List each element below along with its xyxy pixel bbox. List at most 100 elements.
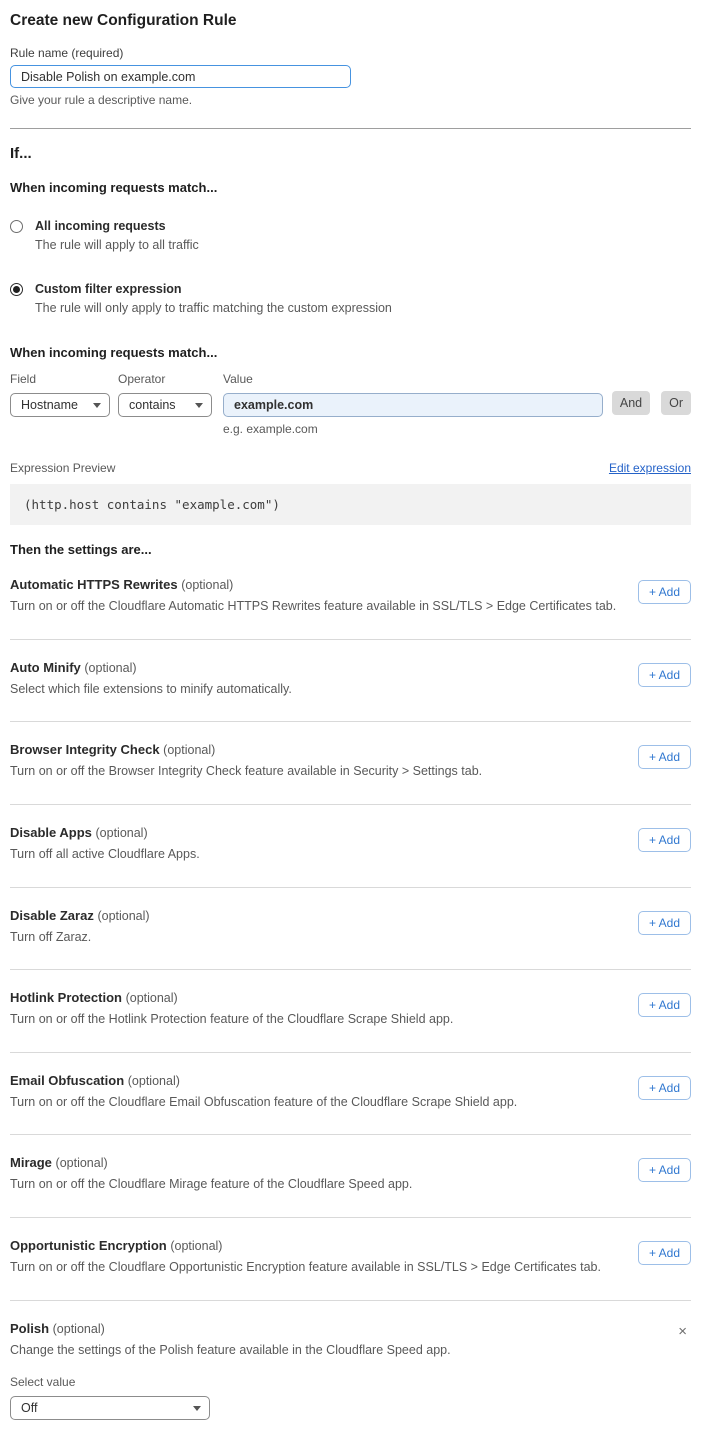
- setting-optional: (optional): [128, 1074, 180, 1088]
- setting-texts: Hotlink Protection (optional) Turn on or…: [10, 990, 453, 1028]
- chevron-down-icon: [193, 1406, 201, 1411]
- select-value-label: Select value: [10, 1375, 674, 1389]
- value-label: Value: [223, 372, 603, 386]
- add-button[interactable]: + Add: [638, 745, 691, 769]
- edit-expression-link[interactable]: Edit expression: [609, 461, 691, 475]
- setting-optional: (optional): [84, 661, 136, 675]
- incoming-match-heading: When incoming requests match...: [10, 180, 691, 195]
- value-input[interactable]: [223, 393, 603, 417]
- setting-description: Change the settings of the Polish featur…: [10, 1343, 674, 1359]
- builder-heading: When incoming requests match...: [10, 345, 691, 360]
- setting-optional: (optional): [97, 909, 149, 923]
- add-button[interactable]: + Add: [638, 828, 691, 852]
- field-select-value: Hostname: [21, 398, 78, 412]
- radio-description: The rule will apply to all traffic: [35, 238, 199, 253]
- setting-description: Turn on or off the Cloudflare Mirage fea…: [10, 1177, 412, 1193]
- expression-preview-code: (http.host contains "example.com"): [10, 484, 691, 525]
- setting-row-hotlink-protection: Hotlink Protection (optional) Turn on or…: [10, 970, 691, 1053]
- setting-description: Turn on or off the Cloudflare Opportunis…: [10, 1260, 601, 1276]
- setting-optional: (optional): [163, 743, 215, 757]
- setting-row-disable-zaraz: Disable Zaraz (optional) Turn off Zaraz.…: [10, 888, 691, 971]
- add-button[interactable]: + Add: [638, 1158, 691, 1182]
- radio-label: Custom filter expression: [35, 282, 392, 297]
- value-help: e.g. example.com: [223, 422, 603, 436]
- add-button[interactable]: + Add: [638, 580, 691, 604]
- setting-optional: (optional): [126, 991, 178, 1005]
- setting-title: Email Obfuscation: [10, 1073, 124, 1088]
- setting-row-mirage: Mirage (optional) Turn on or off the Clo…: [10, 1135, 691, 1218]
- setting-texts: Email Obfuscation (optional) Turn on or …: [10, 1073, 517, 1111]
- then-heading: Then the settings are...: [10, 542, 691, 557]
- setting-description: Turn off Zaraz.: [10, 930, 150, 946]
- match-options: All incoming requests The rule will appl…: [10, 219, 691, 316]
- setting-texts: Mirage (optional) Turn on or off the Clo…: [10, 1155, 412, 1193]
- setting-description: Turn on or off the Hotlink Protection fe…: [10, 1012, 453, 1028]
- setting-texts: Auto Minify (optional) Select which file…: [10, 660, 292, 698]
- setting-title: Polish: [10, 1321, 49, 1336]
- add-button[interactable]: + Add: [638, 663, 691, 687]
- settings-list: Automatic HTTPS Rewrites (optional) Turn…: [10, 557, 691, 1420]
- setting-row-disable-apps: Disable Apps (optional) Turn off all act…: [10, 805, 691, 888]
- field-label: Field: [10, 372, 110, 386]
- rule-name-help: Give your rule a descriptive name.: [10, 93, 691, 107]
- radio-description: The rule will only apply to traffic matc…: [35, 301, 392, 316]
- and-button[interactable]: And: [612, 391, 650, 415]
- setting-title: Disable Zaraz: [10, 908, 94, 923]
- chevron-down-icon: [195, 403, 203, 408]
- polish-select-value: Off: [21, 1401, 37, 1415]
- radio-all-incoming-requests[interactable]: All incoming requests The rule will appl…: [10, 219, 691, 253]
- setting-title: Mirage: [10, 1155, 52, 1170]
- setting-title: Automatic HTTPS Rewrites: [10, 577, 178, 592]
- page-title: Create new Configuration Rule: [10, 12, 691, 30]
- add-button[interactable]: + Add: [638, 1076, 691, 1100]
- polish-value-select[interactable]: Off: [10, 1396, 210, 1420]
- rule-name-group: Rule name (required) Give your rule a de…: [10, 46, 691, 107]
- close-icon[interactable]: ×: [674, 1322, 691, 1341]
- field-select[interactable]: Hostname: [10, 393, 110, 417]
- radio-custom-filter-expression[interactable]: Custom filter expression The rule will o…: [10, 282, 691, 316]
- setting-row-automatic-https-rewrites: Automatic HTTPS Rewrites (optional) Turn…: [10, 557, 691, 640]
- if-heading: If...: [10, 145, 691, 162]
- rule-name-input[interactable]: [10, 65, 351, 88]
- add-button[interactable]: + Add: [638, 1241, 691, 1265]
- setting-optional: (optional): [53, 1322, 105, 1336]
- or-button[interactable]: Or: [661, 391, 691, 415]
- setting-description: Turn on or off the Cloudflare Automatic …: [10, 599, 616, 615]
- setting-texts: Automatic HTTPS Rewrites (optional) Turn…: [10, 577, 616, 615]
- expression-builder: When incoming requests match... Field Ho…: [10, 345, 691, 436]
- setting-description: Turn on or off the Cloudflare Email Obfu…: [10, 1095, 517, 1111]
- add-button[interactable]: + Add: [638, 993, 691, 1017]
- setting-texts: Disable Apps (optional) Turn off all act…: [10, 825, 200, 863]
- setting-row-email-obfuscation: Email Obfuscation (optional) Turn on or …: [10, 1053, 691, 1136]
- setting-texts: Browser Integrity Check (optional) Turn …: [10, 742, 482, 780]
- rule-name-label: Rule name (required): [10, 46, 691, 60]
- setting-row-polish: Polish (optional) Change the settings of…: [10, 1301, 691, 1421]
- setting-texts: Polish (optional) Change the settings of…: [10, 1321, 674, 1421]
- setting-row-browser-integrity-check: Browser Integrity Check (optional) Turn …: [10, 722, 691, 805]
- setting-title: Browser Integrity Check: [10, 742, 160, 757]
- radio-icon-selected[interactable]: [10, 283, 23, 296]
- setting-title: Disable Apps: [10, 825, 92, 840]
- setting-row-auto-minify: Auto Minify (optional) Select which file…: [10, 640, 691, 723]
- setting-texts: Disable Zaraz (optional) Turn off Zaraz.: [10, 908, 150, 946]
- radio-icon[interactable]: [10, 220, 23, 233]
- setting-row-opportunistic-encryption: Opportunistic Encryption (optional) Turn…: [10, 1218, 691, 1301]
- radio-label: All incoming requests: [35, 219, 199, 234]
- expression-preview-header: Expression Preview Edit expression: [10, 461, 691, 475]
- section-divider: [10, 128, 691, 129]
- add-button[interactable]: + Add: [638, 911, 691, 935]
- setting-title: Auto Minify: [10, 660, 81, 675]
- setting-description: Turn on or off the Browser Integrity Che…: [10, 764, 482, 780]
- operator-label: Operator: [118, 372, 212, 386]
- setting-texts: Opportunistic Encryption (optional) Turn…: [10, 1238, 601, 1276]
- polish-select-group: Select value Off: [10, 1375, 674, 1420]
- setting-optional: (optional): [181, 578, 233, 592]
- operator-select-value: contains: [129, 398, 176, 412]
- setting-title: Opportunistic Encryption: [10, 1238, 167, 1253]
- chevron-down-icon: [93, 403, 101, 408]
- setting-optional: (optional): [56, 1156, 108, 1170]
- operator-select[interactable]: contains: [118, 393, 212, 417]
- setting-description: Turn off all active Cloudflare Apps.: [10, 847, 200, 863]
- expression-preview-label: Expression Preview: [10, 461, 115, 475]
- setting-optional: (optional): [96, 826, 148, 840]
